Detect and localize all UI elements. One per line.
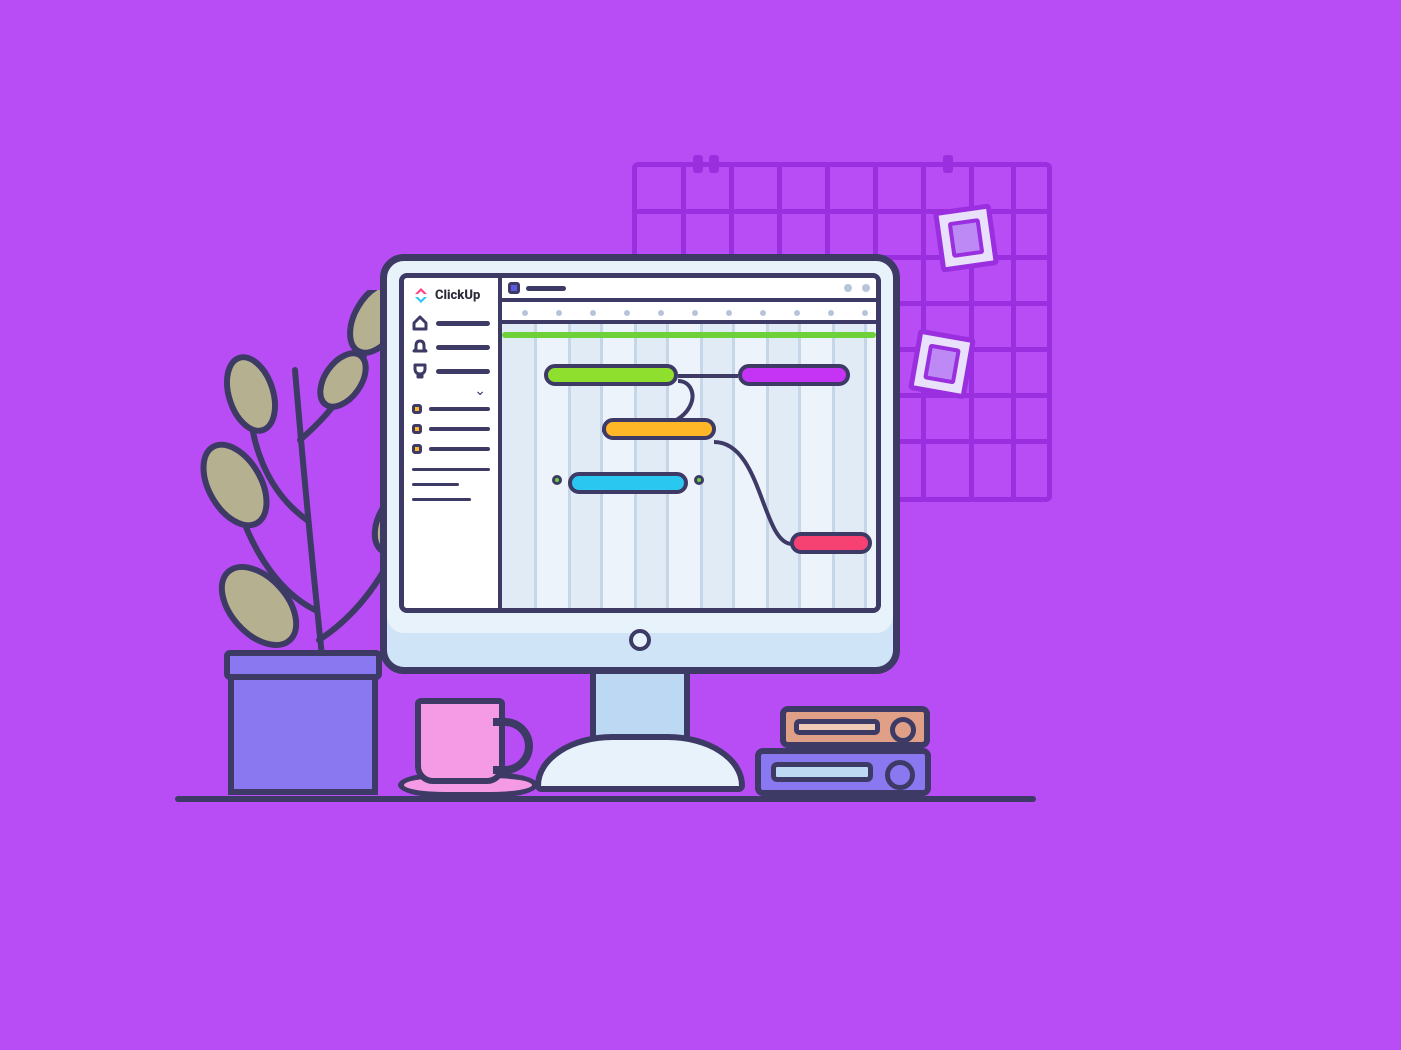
app-toolbar — [502, 278, 876, 302]
monitor-screen: ClickUp — [399, 273, 881, 613]
toolbar-line — [526, 286, 566, 291]
computer-monitor: ClickUp — [380, 254, 900, 674]
home-icon — [412, 315, 428, 331]
gantt-chart[interactable] — [502, 324, 876, 608]
app-sidebar: ClickUp — [404, 278, 502, 608]
plant-pot — [228, 650, 378, 795]
milestone-icon[interactable] — [552, 475, 562, 485]
gantt-bar[interactable] — [602, 418, 716, 440]
sidebar-item-goals[interactable] — [412, 362, 490, 380]
view-icon[interactable] — [508, 282, 520, 294]
nav-line — [436, 369, 490, 374]
task-line — [429, 407, 490, 411]
brand-name: ClickUp — [435, 288, 480, 303]
sidebar-task-item[interactable] — [412, 442, 490, 456]
chevron-down-icon[interactable]: ⌄ — [474, 386, 490, 396]
milestone-icon[interactable] — [694, 475, 704, 485]
monitor-stand-base — [535, 734, 745, 792]
sidebar-item-notifications[interactable] — [412, 338, 490, 356]
timeline-header — [502, 302, 876, 324]
clickup-app: ClickUp — [404, 278, 876, 608]
toolbar-dot — [844, 284, 852, 292]
task-line — [429, 447, 490, 451]
sidebar-line — [412, 498, 471, 501]
bell-icon — [412, 339, 428, 355]
book-decoration — [755, 748, 931, 796]
sidebar-task-item[interactable] — [412, 402, 490, 416]
toolbar-dot — [862, 284, 870, 292]
task-status-icon — [412, 404, 422, 414]
gantt-bar[interactable] — [790, 532, 872, 554]
gantt-bar[interactable] — [738, 364, 850, 386]
nav-line — [436, 321, 490, 326]
gantt-bar[interactable] — [544, 364, 678, 386]
gantt-view — [502, 278, 876, 608]
sidebar-item-home[interactable] — [412, 314, 490, 332]
desk-surface-line — [175, 796, 1036, 802]
sidebar-task-item[interactable] — [412, 422, 490, 436]
monitor-bezel: ClickUp — [380, 254, 900, 674]
polaroid-photo — [908, 328, 976, 399]
gantt-bar[interactable] — [568, 472, 688, 494]
trophy-icon — [412, 363, 428, 379]
clickup-logo-icon — [412, 286, 430, 304]
task-status-icon — [412, 444, 422, 454]
book-decoration — [780, 706, 930, 748]
polaroid-photo — [933, 203, 999, 272]
task-line — [429, 427, 490, 431]
illustration-scene: ClickUp — [0, 0, 1401, 1050]
sidebar-line — [412, 468, 490, 471]
brand-logo[interactable]: ClickUp — [412, 284, 490, 308]
sidebar-line — [412, 483, 459, 486]
task-status-icon — [412, 424, 422, 434]
monitor-power-button — [629, 629, 651, 651]
nav-line — [436, 345, 490, 350]
coffee-mug — [415, 698, 505, 784]
